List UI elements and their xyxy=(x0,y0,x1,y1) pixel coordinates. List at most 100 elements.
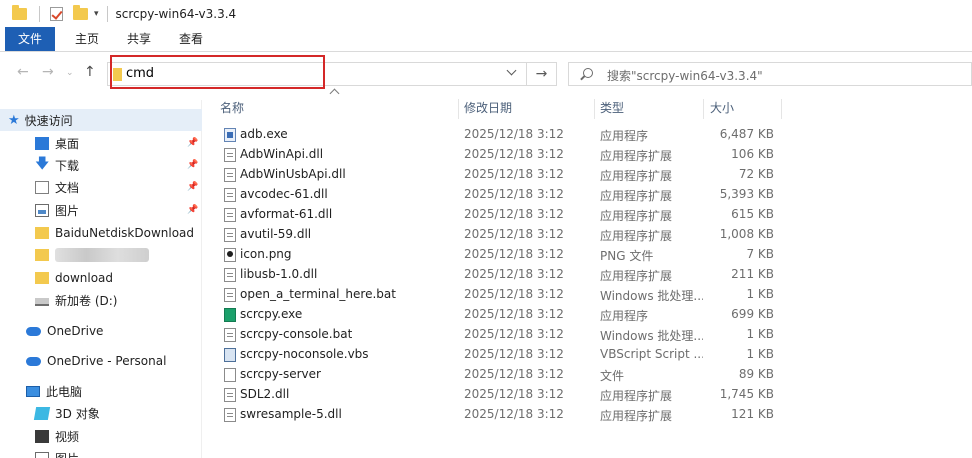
sidebar-item-redacted-folder[interactable] xyxy=(0,244,202,266)
file-name: icon.png xyxy=(240,247,292,261)
sidebar-item-drive-d[interactable]: 新加卷 (D:) xyxy=(0,289,202,311)
tab-file[interactable]: 文件 xyxy=(5,27,55,51)
sidebar-item-label: 此电脑 xyxy=(46,384,83,399)
file-type: 应用程序 xyxy=(600,309,649,323)
folder-icon xyxy=(12,5,27,20)
new-folder-icon[interactable] xyxy=(73,5,88,20)
file-date: 2025/12/18 3:12 xyxy=(464,267,564,281)
column-divider[interactable] xyxy=(781,99,782,119)
sidebar-item-pc-pictures[interactable]: 图片 xyxy=(0,447,202,458)
file-date: 2025/12/18 3:12 xyxy=(464,307,564,321)
file-name: scrcpy-noconsole.vbs xyxy=(240,347,369,361)
sidebar-item-onedrive-personal[interactable]: OneDrive - Personal xyxy=(0,350,202,372)
folder-icon xyxy=(35,249,49,261)
dll-file-icon xyxy=(224,388,236,402)
column-divider[interactable] xyxy=(703,99,704,119)
column-divider[interactable] xyxy=(458,99,459,119)
file-date: 2025/12/18 3:12 xyxy=(464,367,564,381)
dll-file-icon xyxy=(224,148,236,162)
table-row[interactable]: icon.png 2025/12/18 3:12 PNG 文件 7 KB xyxy=(203,245,972,265)
sidebar-item-3d-objects[interactable]: 3D 对象 xyxy=(0,402,202,424)
file-size: 5,393 KB xyxy=(719,187,774,201)
table-row[interactable]: scrcpy-server 2025/12/18 3:12 文件 89 KB xyxy=(203,365,972,385)
table-row[interactable]: open_a_terminal_here.bat 2025/12/18 3:12… xyxy=(203,285,972,305)
bat-file-icon xyxy=(224,328,236,342)
sidebar-item-label: OneDrive - Personal xyxy=(47,354,167,368)
sidebar-item-desktop[interactable]: 桌面 📌 xyxy=(0,132,202,154)
file-name: open_a_terminal_here.bat xyxy=(240,287,396,301)
file-type: PNG 文件 xyxy=(600,249,654,263)
table-row[interactable]: adb.exe 2025/12/18 3:12 应用程序 6,487 KB xyxy=(203,125,972,145)
table-row[interactable]: avformat-61.dll 2025/12/18 3:12 应用程序扩展 6… xyxy=(203,205,972,225)
sidebar-item-this-pc[interactable]: 此电脑 xyxy=(0,380,202,402)
recent-chevron-icon[interactable]: ⌄ xyxy=(66,68,74,78)
tab-share[interactable]: 共享 xyxy=(113,27,165,51)
table-row[interactable]: AdbWinUsbApi.dll 2025/12/18 3:12 应用程序扩展 … xyxy=(203,165,972,185)
customize-toolbar-chevron-icon[interactable]: ▾ xyxy=(94,9,99,19)
table-row[interactable]: avcodec-61.dll 2025/12/18 3:12 应用程序扩展 5,… xyxy=(203,185,972,205)
file-size: 211 KB xyxy=(731,267,774,281)
column-divider[interactable] xyxy=(594,99,595,119)
sidebar-item-baidunetdiskdownload[interactable]: BaiduNetdiskDownload xyxy=(0,222,202,244)
sidebar-item-label: BaiduNetdiskDownload xyxy=(55,226,195,240)
column-header-size[interactable]: 大小 xyxy=(710,98,734,120)
search-box[interactable]: 搜索"scrcpy-win64-v3.3.4" xyxy=(568,62,972,86)
file-type: 文件 xyxy=(600,369,625,383)
file-type: Windows 批处理... xyxy=(600,329,703,343)
back-arrow-icon[interactable]: ← xyxy=(17,64,29,80)
table-row[interactable]: scrcpy-noconsole.vbs 2025/12/18 3:12 VBS… xyxy=(203,345,972,365)
desktop-icon xyxy=(35,136,49,150)
sidebar-item-label: 3D 对象 xyxy=(55,406,100,421)
file-size: 72 KB xyxy=(738,167,774,181)
pin-icon[interactable]: 📌 xyxy=(187,160,198,170)
file-type: 应用程序扩展 xyxy=(600,229,673,243)
table-row[interactable]: avutil-59.dll 2025/12/18 3:12 应用程序扩展 1,0… xyxy=(203,225,972,245)
sidebar-item-documents[interactable]: 文档 📌 xyxy=(0,176,202,198)
table-row[interactable]: swresample-5.dll 2025/12/18 3:12 应用程序扩展 … xyxy=(203,405,972,425)
file-date: 2025/12/18 3:12 xyxy=(464,407,564,421)
pictures-icon xyxy=(35,203,49,217)
column-header-type[interactable]: 类型 xyxy=(600,98,624,120)
sidebar-item-downloads[interactable]: 🡇 下载 📌 xyxy=(0,154,202,176)
table-row[interactable]: AdbWinApi.dll 2025/12/18 3:12 应用程序扩展 106… xyxy=(203,145,972,165)
sidebar-item-download[interactable]: download xyxy=(0,267,202,289)
computer-icon xyxy=(26,385,40,397)
file-type: 应用程序扩展 xyxy=(600,189,673,203)
sidebar-item-label: 图片 xyxy=(55,450,79,458)
toolbar-divider xyxy=(39,6,40,22)
file-date: 2025/12/18 3:12 xyxy=(464,167,564,181)
table-row[interactable]: libusb-1.0.dll 2025/12/18 3:12 应用程序扩展 21… xyxy=(203,265,972,285)
sidebar-item-videos[interactable]: 视频 xyxy=(0,425,202,447)
column-header-date[interactable]: 修改日期 xyxy=(464,98,512,120)
pin-icon[interactable]: 📌 xyxy=(187,182,198,192)
pin-icon[interactable]: 📌 xyxy=(187,138,198,148)
generic-file-icon xyxy=(224,368,236,382)
file-type: 应用程序扩展 xyxy=(600,409,673,423)
table-row[interactable]: scrcpy.exe 2025/12/18 3:12 应用程序 699 KB xyxy=(203,305,972,325)
tab-home[interactable]: 主页 xyxy=(61,27,113,51)
up-arrow-icon[interactable]: ↑ xyxy=(84,64,96,80)
file-date: 2025/12/18 3:12 xyxy=(464,287,564,301)
column-header-name[interactable]: 名称 xyxy=(220,98,244,120)
sidebar-item-pictures[interactable]: 图片 📌 xyxy=(0,199,202,221)
sort-ascending-icon xyxy=(329,88,340,99)
file-size: 7 KB xyxy=(746,247,774,261)
table-row[interactable]: SDL2.dll 2025/12/18 3:12 应用程序扩展 1,745 KB xyxy=(203,385,972,405)
file-name: scrcpy.exe xyxy=(240,307,303,321)
table-row[interactable]: scrcpy-console.bat 2025/12/18 3:12 Windo… xyxy=(203,325,972,345)
folder-icon xyxy=(35,272,49,284)
sidebar-item-onedrive[interactable]: OneDrive xyxy=(0,320,202,342)
pictures-icon xyxy=(35,451,49,458)
sidebar-item-quick-access[interactable]: ★ 快速访问 xyxy=(0,109,202,131)
tab-view[interactable]: 查看 xyxy=(165,27,217,51)
file-type: 应用程序扩展 xyxy=(600,269,673,283)
forward-arrow-icon[interactable]: → xyxy=(42,64,54,80)
onedrive-cloud-icon xyxy=(26,326,41,336)
file-name: scrcpy-console.bat xyxy=(240,327,353,341)
pin-icon[interactable]: 📌 xyxy=(187,205,198,215)
onedrive-cloud-icon xyxy=(26,356,41,366)
file-name: adb.exe xyxy=(240,127,288,141)
file-date: 2025/12/18 3:12 xyxy=(464,327,564,341)
go-arrow-button[interactable]: → xyxy=(527,62,557,86)
properties-check-icon[interactable] xyxy=(50,7,63,21)
